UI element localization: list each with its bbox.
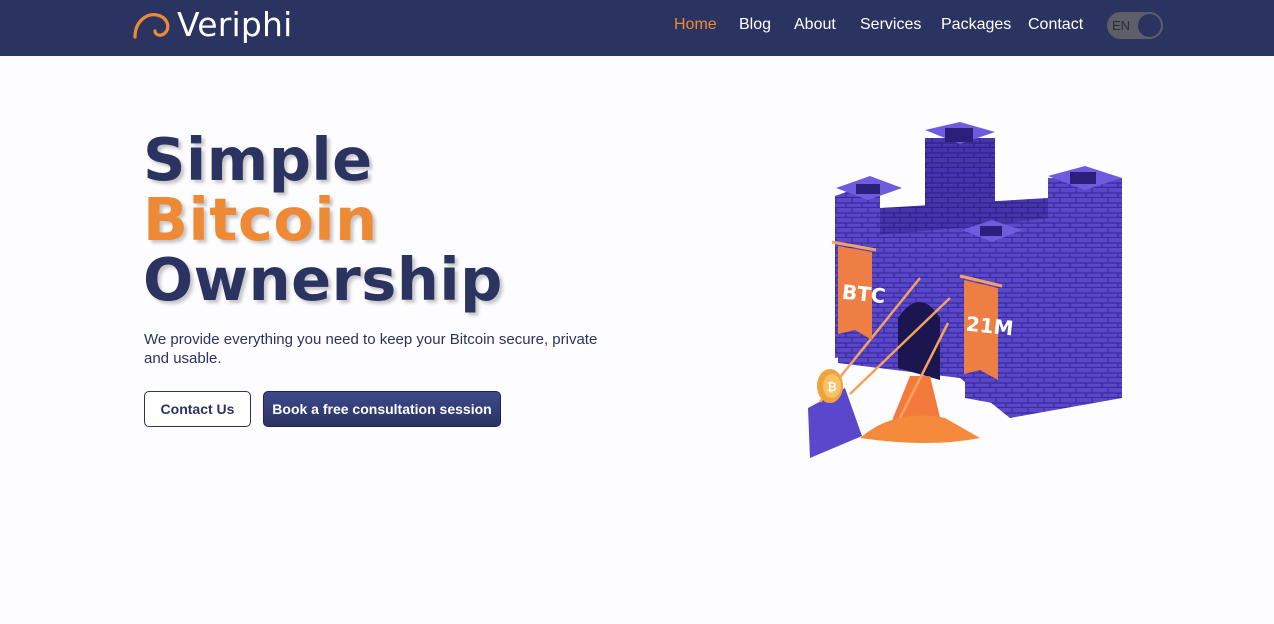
language-label: EN — [1112, 18, 1131, 33]
nav-about[interactable]: About — [794, 16, 836, 34]
hero-title-line-2: Bitcoin — [143, 185, 378, 254]
banner-left-label: BTC — [841, 280, 887, 308]
nav-home[interactable]: Home — [674, 16, 717, 34]
hero-title: Simple Bitcoin Ownership — [143, 130, 503, 310]
castle-illustration: ₿ BTC 21M — [808, 122, 1122, 458]
svg-text:₿: ₿ — [827, 380, 837, 394]
nav-services[interactable]: Services — [860, 16, 921, 34]
nav-contact[interactable]: Contact — [1028, 16, 1083, 34]
banner-right-label: 21M — [965, 312, 1015, 341]
top-navbar: Veriphi Home Blog About Services Package… — [0, 0, 1274, 56]
main-nav: Home Blog About Services Packages Contac… — [0, 16, 1274, 36]
nav-blog[interactable]: Blog — [739, 16, 771, 34]
book-consultation-button[interactable]: Book a free consultation session — [263, 391, 501, 427]
bitcoin-coin-icon: ₿ — [817, 369, 843, 403]
language-toggle[interactable]: EN — [1107, 12, 1163, 39]
hero-title-line-1: Simple — [143, 125, 373, 194]
hero-subtitle: We provide everything you need to keep y… — [144, 331, 598, 367]
contact-us-button[interactable]: Contact Us — [144, 391, 251, 427]
hero-title-line-3: Ownership — [143, 245, 503, 314]
nav-packages[interactable]: Packages — [941, 16, 1011, 34]
toggle-knob — [1138, 14, 1161, 37]
